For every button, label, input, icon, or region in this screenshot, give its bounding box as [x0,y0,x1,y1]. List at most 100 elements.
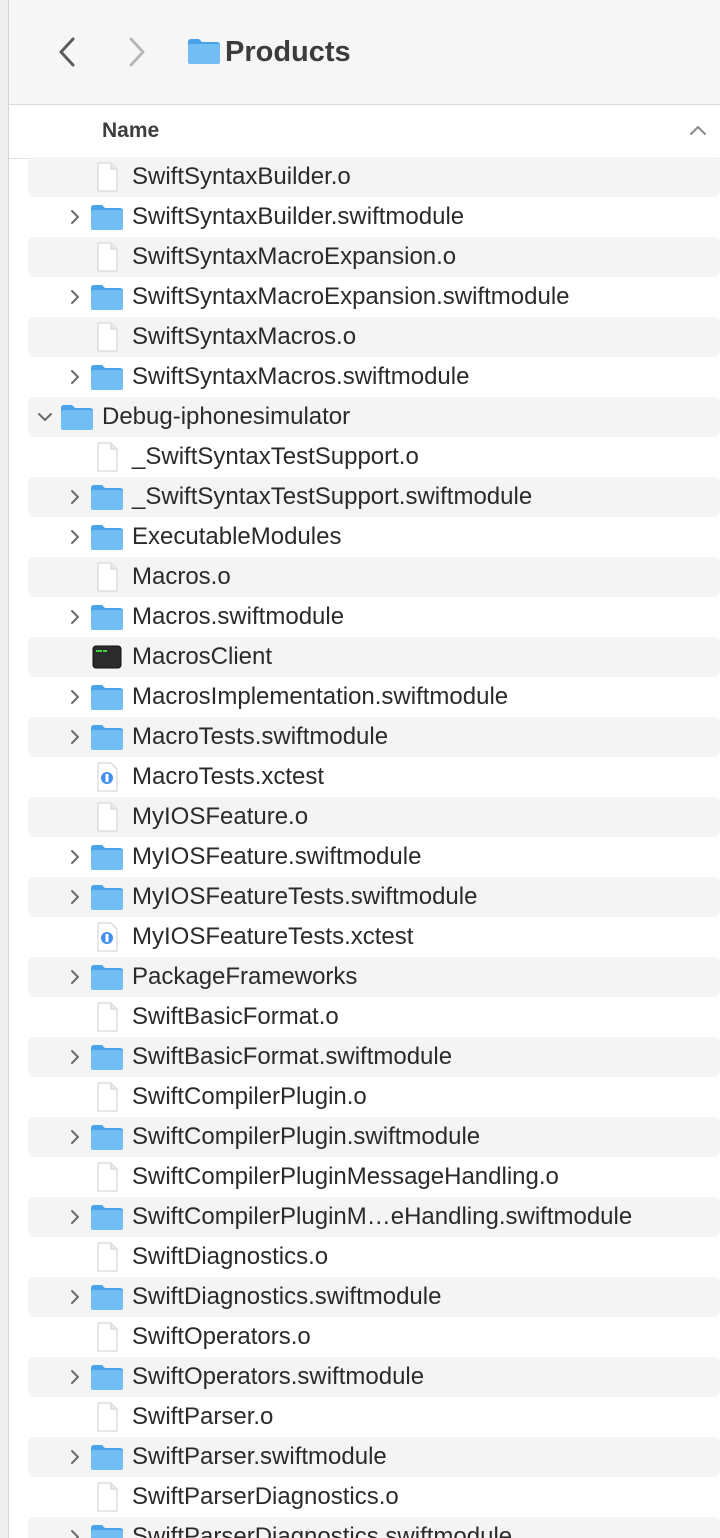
folder-row[interactable]: SwiftSyntaxBuilder.swiftmodule [28,197,720,237]
row-label: MacroTests.xctest [132,763,325,790]
disclosure-right-icon[interactable] [66,1368,84,1386]
folder-row[interactable]: SwiftDiagnostics.swiftmodule [28,1277,720,1317]
file-row[interactable]: SwiftOperators.o [28,1317,720,1357]
disclosure-right-icon[interactable] [66,368,84,386]
disclosure-right-icon[interactable] [66,1528,84,1538]
folder-row[interactable]: SwiftOperators.swiftmodule [28,1357,720,1397]
file-row[interactable]: MacrosClient [28,637,720,677]
disclosure-right-icon[interactable] [66,968,84,986]
row-label: SwiftCompilerPluginM…eHandling.swiftmodu… [132,1203,633,1230]
folder-row[interactable]: MyIOSFeature.swiftmodule [28,837,720,877]
folder-icon [90,1122,124,1152]
back-button[interactable] [47,30,87,74]
file-row[interactable]: Macros.o [28,557,720,597]
disclosure-right-icon[interactable] [66,528,84,546]
xctest-bundle-icon [90,922,124,952]
row-label: _SwiftSyntaxTestSupport.swiftmodule [132,483,533,510]
row-label: SwiftDiagnostics.swiftmodule [132,1283,442,1310]
document-icon [90,1482,124,1512]
folder-row[interactable]: PackageFrameworks [28,957,720,997]
row-label: Debug-iphonesimulator [102,403,351,430]
row-label: SwiftOperators.o [132,1323,311,1350]
disclosure-right-icon[interactable] [66,888,84,906]
document-icon [90,1002,124,1032]
forward-button[interactable] [117,30,157,74]
row-label: MacrosImplementation.swiftmodule [132,683,509,710]
folder-icon [90,602,124,632]
disclosure-right-icon[interactable] [66,1208,84,1226]
row-label: SwiftOperators.swiftmodule [132,1363,425,1390]
disclosure-right-icon[interactable] [66,848,84,866]
disclosure-right-icon[interactable] [66,208,84,226]
row-label: _SwiftSyntaxTestSupport.o [132,443,419,470]
name-column-header[interactable]: Name [102,117,159,145]
file-row[interactable]: SwiftDiagnostics.o [28,1237,720,1277]
folder-row[interactable]: SwiftCompilerPlugin.swiftmodule [28,1117,720,1157]
folder-row[interactable]: SwiftParser.swiftmodule [28,1437,720,1477]
folder-row[interactable]: Debug-iphonesimulator [28,397,720,437]
folder-icon [188,39,220,64]
disclosure-right-icon[interactable] [66,1128,84,1146]
folder-row[interactable]: MacrosImplementation.swiftmodule [28,677,720,717]
file-row[interactable]: SwiftSyntaxMacros.o [28,317,720,357]
file-row[interactable]: SwiftParser.o [28,1397,720,1437]
disclosure-right-icon[interactable] [66,488,84,506]
file-row[interactable]: SwiftBasicFormat.o [28,997,720,1037]
window-left-edge [0,0,9,1538]
folder-row[interactable]: Macros.swiftmodule [28,597,720,637]
folder-icon [60,402,94,432]
document-icon [90,242,124,272]
row-label: SwiftParserDiagnostics.o [132,1483,399,1510]
document-icon [90,1162,124,1192]
disclosure-right-icon[interactable] [66,1288,84,1306]
xctest-bundle-icon [90,762,124,792]
folder-icon [90,962,124,992]
file-row[interactable]: _SwiftSyntaxTestSupport.o [28,437,720,477]
finder-window: Products Name SwiftSyntaxBuilder.o SwiftS… [0,0,720,1538]
folder-icon [90,282,124,312]
chevron-up-icon [690,126,706,135]
folder-row[interactable]: SwiftSyntaxMacros.swiftmodule [28,357,720,397]
folder-icon [90,522,124,552]
column-header[interactable]: Name [9,105,720,159]
file-row[interactable]: SwiftCompilerPluginMessageHandling.o [28,1157,720,1197]
document-icon [90,162,124,192]
folder-row[interactable]: SwiftBasicFormat.swiftmodule [28,1037,720,1077]
folder-icon [90,1282,124,1312]
file-row[interactable]: MyIOSFeature.o [28,797,720,837]
row-label: SwiftParser.o [132,1403,274,1430]
disclosure-right-icon[interactable] [66,608,84,626]
folder-icon [90,482,124,512]
row-label: SwiftParser.swiftmodule [132,1443,387,1470]
folder-row[interactable]: MyIOSFeatureTests.swiftmodule [28,877,720,917]
folder-row[interactable]: SwiftCompilerPluginM…eHandling.swiftmodu… [28,1197,720,1237]
row-label: MyIOSFeatureTests.swiftmodule [132,883,478,910]
chevron-left-icon [59,37,75,67]
disclosure-right-icon[interactable] [66,688,84,706]
file-row[interactable]: MyIOSFeatureTests.xctest [28,917,720,957]
file-row[interactable]: SwiftSyntaxMacroExpansion.o [28,237,720,277]
file-row[interactable]: MacroTests.xctest [28,757,720,797]
row-label: SwiftSyntaxMacroExpansion.swiftmodule [132,283,570,310]
folder-row[interactable]: SwiftParserDiagnostics.swiftmodule [28,1517,720,1538]
disclosure-right-icon[interactable] [66,728,84,746]
document-icon [90,1082,124,1112]
row-label: MyIOSFeature.swiftmodule [132,843,422,870]
row-label: SwiftParserDiagnostics.swiftmodule [132,1523,513,1538]
folder-row[interactable]: MacroTests.swiftmodule [28,717,720,757]
folder-icon [90,202,124,232]
folder-row[interactable]: ExecutableModules [28,517,720,557]
disclosure-right-icon[interactable] [66,1048,84,1066]
folder-row[interactable]: _SwiftSyntaxTestSupport.swiftmodule [28,477,720,517]
file-row[interactable]: SwiftCompilerPlugin.o [28,1077,720,1117]
folder-icon [90,1522,124,1538]
row-label: SwiftBasicFormat.o [132,1003,339,1030]
disclosure-right-icon[interactable] [66,288,84,306]
disclosure-right-icon[interactable] [66,1448,84,1466]
document-icon [90,562,124,592]
file-row[interactable]: SwiftParserDiagnostics.o [28,1477,720,1517]
folder-row[interactable]: SwiftSyntaxMacroExpansion.swiftmodule [28,277,720,317]
row-label: SwiftBasicFormat.swiftmodule [132,1043,453,1070]
file-row[interactable]: SwiftSyntaxBuilder.o [28,157,720,197]
disclosure-down-icon[interactable] [36,408,54,426]
